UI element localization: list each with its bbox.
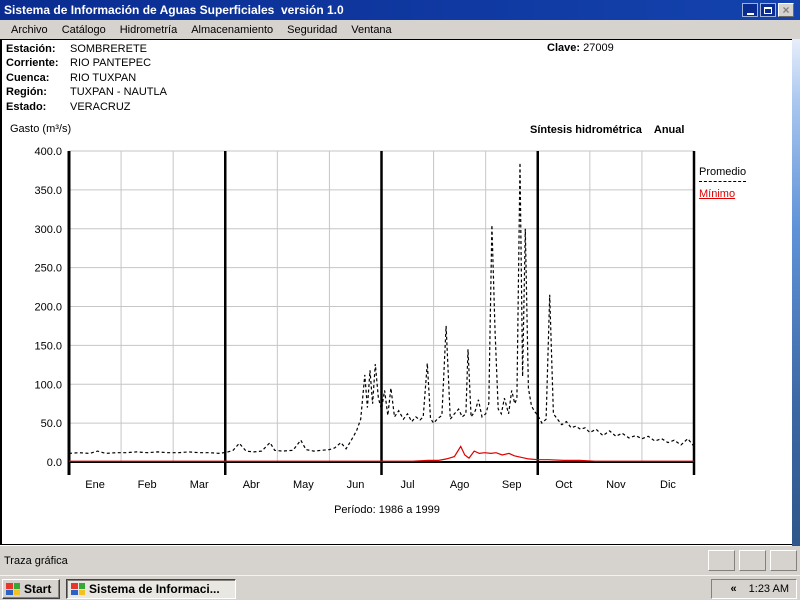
station-info-row: Región: TUXPAN - NAUTLA (6, 85, 167, 99)
statusbar-panel-3 (770, 550, 797, 571)
windows-flag-icon (6, 583, 20, 595)
restore-icon (764, 6, 772, 14)
status-text: Traza gráfica (4, 555, 68, 567)
info-label: Corriente: (6, 57, 59, 70)
taskbar-task-button[interactable]: Sistema de Informaci... (66, 579, 236, 599)
legend-minimo: Mínimo (699, 188, 736, 200)
x-month-label: Feb (138, 479, 157, 491)
statusbar-panel-1 (708, 550, 735, 571)
desktop-background (792, 39, 800, 575)
y-tick-label: 0.0 (47, 457, 62, 469)
info-value: SOMBRERETE (70, 43, 148, 55)
x-month-label: Oct (555, 479, 572, 491)
x-month-label: Jun (347, 479, 365, 491)
title-bar: Sistema de Información de Aguas Superfic… (0, 0, 800, 20)
x-month-label: Sep (502, 479, 522, 491)
chart-title-text: Síntesis hidrométrica (530, 124, 642, 136)
info-label: Región: (6, 86, 47, 99)
hydrograph-chart: 0.0 50.0 100.0 150.0 200.0 250.0 300.0 350.0 400… (2, 141, 800, 541)
legend-promedio: Promedio (699, 166, 747, 182)
info-value: VERACRUZ (70, 100, 131, 113)
info-label: Estado: (6, 100, 47, 113)
info-value: RIO PANTEPEC (70, 57, 152, 70)
chart-legend: Promedio Mínimo (699, 166, 747, 200)
menu-item-seguridad[interactable]: Seguridad (280, 22, 344, 38)
status-bar: Traza gráfica (0, 546, 800, 575)
taskbar-clock: 1:23 AM (748, 583, 789, 595)
taskbar: Start Sistema de Informaci... « 1:23 AM (0, 575, 800, 600)
clave-label: Clave: (547, 42, 581, 54)
minimize-icon (746, 12, 754, 15)
station-info-row: Corriente: RIO PANTEPEC (6, 56, 167, 70)
menu-item-hidrometria[interactable]: Hidrometría (113, 22, 184, 38)
y-tick-label: 50.0 (41, 418, 62, 430)
info-value: RIO TUXPAN (70, 71, 137, 84)
menu-item-ventana[interactable]: Ventana (344, 22, 398, 38)
x-month-label: Jul (401, 479, 415, 491)
chart-canvas: 0.0 50.0 100.0 150.0 200.0 250.0 300.0 350.0 400… (34, 146, 696, 516)
y-tick-label: 350.0 (34, 185, 62, 197)
menu-item-archivo[interactable]: Archivo (4, 22, 55, 38)
menu-bar: Archivo Catálogo Hidrometría Almacenamiento… (0, 20, 800, 39)
app-icon (71, 583, 85, 595)
y-tick-label: 150.0 (34, 340, 62, 352)
menu-item-almacenamiento[interactable]: Almacenamiento (184, 22, 280, 38)
station-info-row: Estado: VERACRUZ (6, 100, 167, 114)
y-tick-label: 400.0 (34, 146, 62, 158)
chart-period-label: Período: 1986 a 1999 (334, 504, 440, 516)
task-label: Sistema de Informaci... (89, 582, 220, 596)
close-button[interactable]: × (778, 3, 794, 17)
statusbar-panel-2 (739, 550, 766, 571)
minimize-button[interactable] (742, 3, 758, 17)
y-axis-title: Gasto (m³/s) (10, 123, 72, 135)
menu-item-catalogo[interactable]: Catálogo (55, 22, 113, 38)
chart-mode: Anual (653, 124, 685, 136)
x-month-label: May (293, 479, 314, 491)
station-info-row: Cuenca: RIO TUXPAN (6, 71, 167, 85)
x-month-label: Mar (190, 479, 209, 491)
start-button[interactable]: Start (2, 579, 60, 599)
x-month-label: Nov (606, 479, 626, 491)
tray-chevron-icon[interactable]: « (731, 583, 737, 595)
close-icon: × (782, 3, 790, 17)
start-label: Start (24, 582, 52, 596)
y-tick-label: 200.0 (34, 302, 62, 314)
x-month-label: Ene (85, 479, 105, 491)
station-info-row: Estación: SOMBRERETE (6, 42, 167, 56)
station-clave: Clave: 27009 (547, 42, 614, 54)
main-content: Estación: SOMBRERETE Corriente: RIO PANTEPE… (0, 39, 792, 545)
restore-button[interactable] (760, 3, 776, 17)
station-info: Estación: SOMBRERETE Corriente: RIO PANTEPE… (6, 42, 167, 114)
info-value: TUXPAN - NAUTLA (70, 86, 167, 99)
info-label: Estación: (6, 43, 56, 55)
chart-title: Síntesis hidrométrica Anual (530, 124, 684, 136)
x-month-label: Ago (450, 479, 470, 491)
info-label: Cuenca: (6, 71, 50, 84)
system-tray: « 1:23 AM (711, 579, 797, 599)
window-controls: × (742, 3, 794, 17)
window-title: Sistema de Información de Aguas Superfic… (4, 3, 344, 17)
y-tick-label: 250.0 (34, 263, 62, 275)
x-month-label: Abr (243, 479, 260, 491)
x-month-label: Dic (660, 479, 676, 491)
y-tick-label: 100.0 (34, 379, 62, 391)
clave-value: 27009 (583, 42, 614, 54)
y-tick-label: 300.0 (34, 224, 62, 236)
